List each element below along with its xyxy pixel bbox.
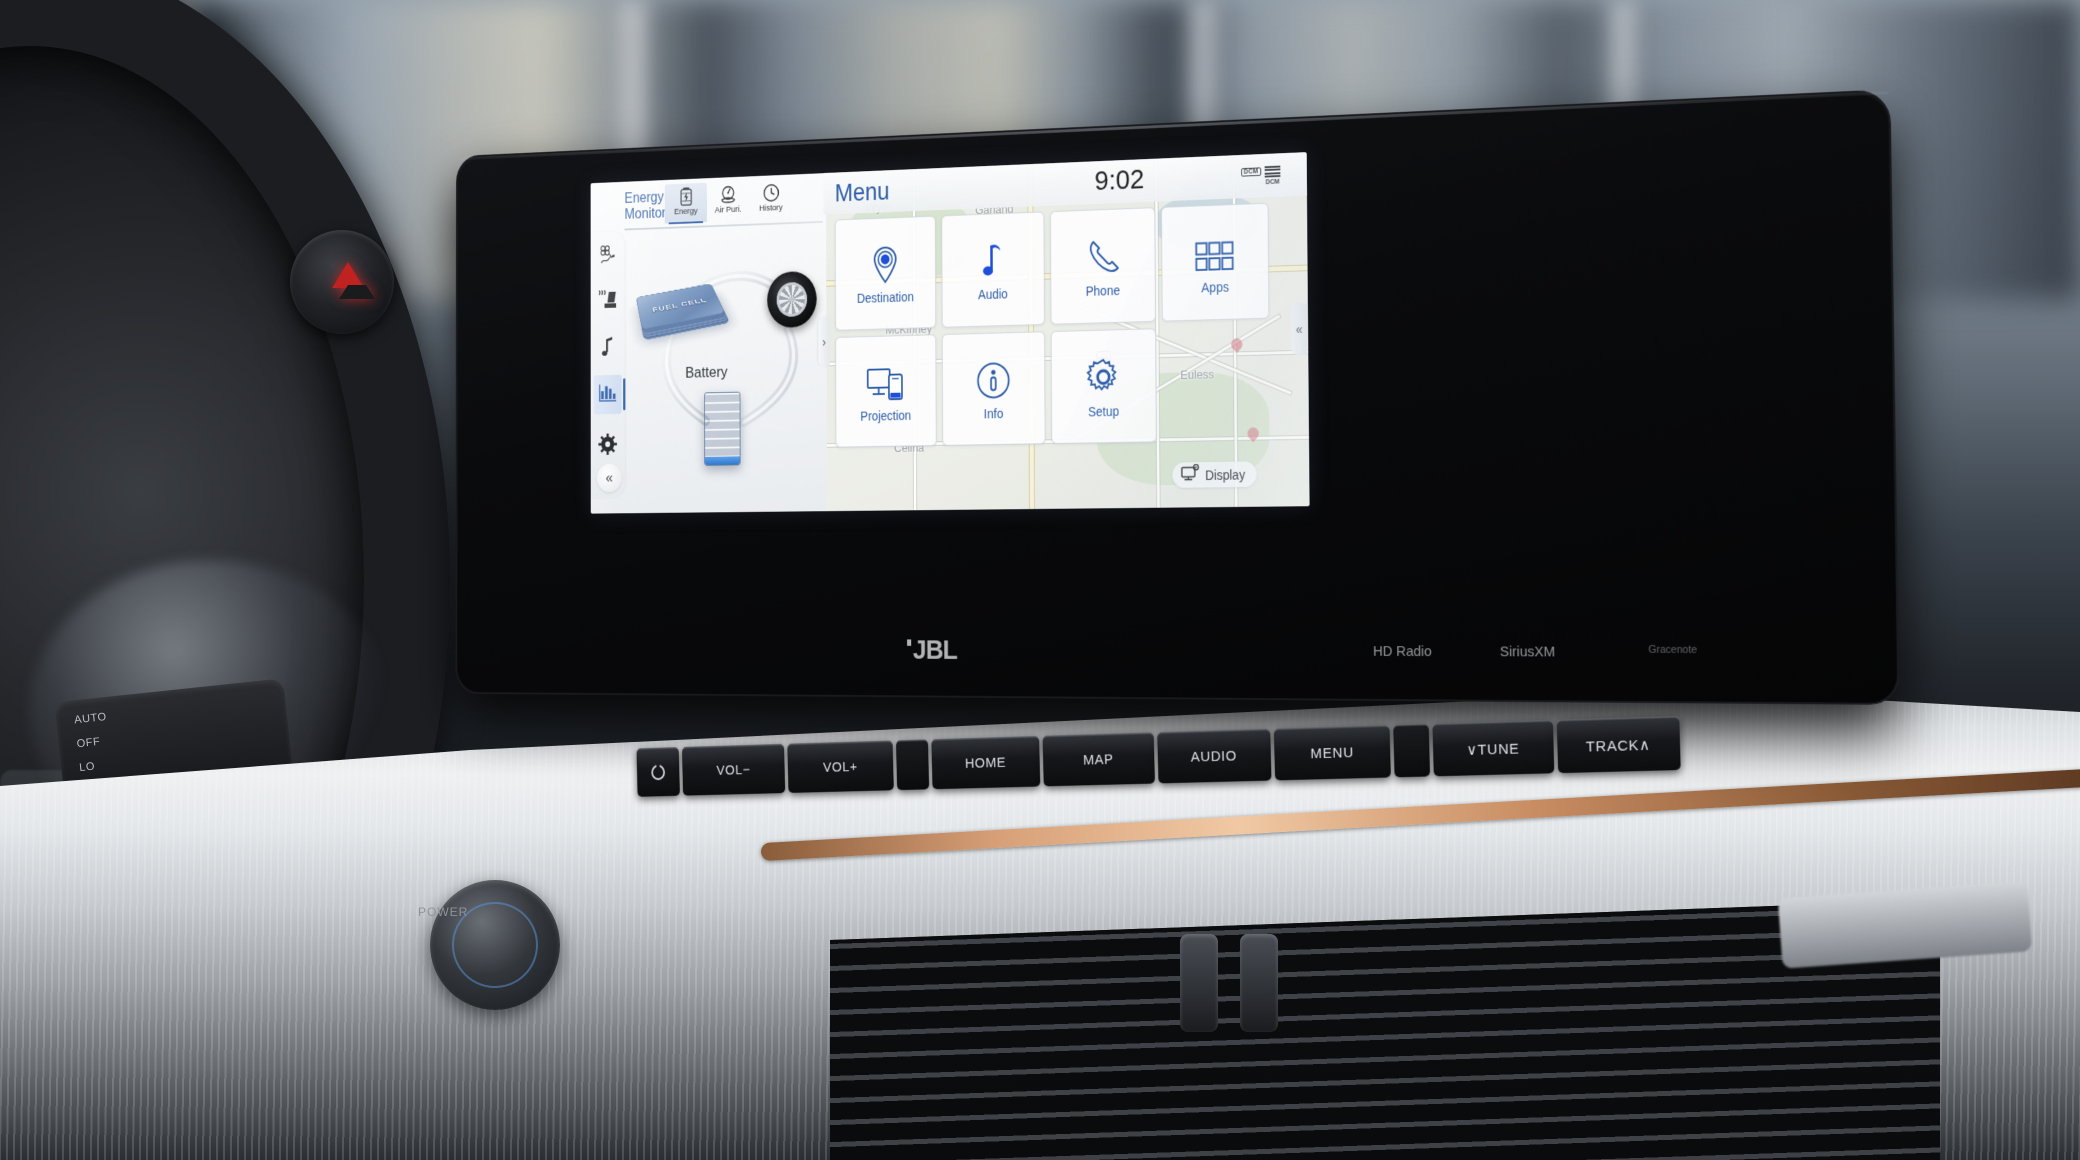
tile-setup-label: Setup [1088,403,1120,419]
tile-phone[interactable]: Phone [1050,207,1156,325]
apps-grid-icon [1195,229,1235,273]
vent-slats [830,900,1940,1160]
energy-flow-diagram: FUEL CELL Battery [621,227,823,492]
energy-bar-chart-icon [598,382,618,408]
tab-air-purifier-label: Air Puri. [714,204,742,216]
air-freshener-icon [598,243,618,269]
hazard-triangle-icon [332,262,375,299]
infotainment-screen[interactable]: Wylie Garland McKinney Celina Euless 635… [590,152,1310,514]
vent-knob[interactable] [1240,934,1278,1032]
tile-audio-label: Audio [978,286,1008,302]
signal-label: DCM [1265,178,1280,186]
air-purifier-gauge-icon [719,184,736,204]
sidebar-item-energy[interactable] [593,374,622,415]
power-icon [651,765,665,781]
track-button[interactable]: TRACK∧ [1556,716,1681,774]
battery-stack-icon [704,391,741,466]
tile-phone-label: Phone [1085,282,1121,299]
tile-apps-label: Apps [1201,279,1229,296]
energy-tabs: Energy Air Puri. History [664,179,793,224]
tile-setup[interactable]: Setup [1050,328,1157,444]
tile-info[interactable]: Info [941,331,1046,446]
map-pin-icon [870,242,899,285]
hd-radio-logo: HD Radio [1372,643,1432,660]
tab-energy-label: Energy [674,206,698,217]
power-knob-label: POWER [418,905,469,919]
wheel-hub [776,281,808,318]
tile-info-label: Info [983,405,1004,421]
head-unit: Wylie Garland McKinney Celina Euless 635… [455,89,1900,705]
jbl-mark [907,639,912,646]
phone-handset-icon [1086,234,1120,278]
gear-icon [1085,354,1123,398]
menu-button[interactable]: MENU [1273,724,1392,781]
dashboard-photo: AUTO OFF LO HI POWER [0,0,2080,1160]
tile-audio[interactable]: Audio [941,211,1045,328]
volume-down-button[interactable]: VOL− [681,743,786,796]
settings-gear-icon [598,433,617,459]
energy-monitor-pane: Energy Monitor Energy Air Puri. History … [590,173,827,514]
jbl-label: JBL [912,634,958,666]
left-collapse-button[interactable]: « [596,463,622,493]
sidebar-item-air-freshener[interactable] [594,237,622,277]
audio-button[interactable]: AUDIO [1156,728,1272,784]
screen-mirror-icon [866,359,905,402]
page-title-line2: Monitor [624,205,666,223]
gracenote-logo: Gracenote [1648,643,1698,656]
jbl-logo: JBL [907,635,957,666]
signal-bars-icon [1264,165,1281,179]
air-vent-grille [830,900,1940,1160]
tile-destination[interactable]: Destination [834,215,937,331]
tile-destination-label: Destination [856,289,914,306]
tab-energy[interactable]: Energy [664,182,707,224]
music-note-icon [979,238,1007,281]
power-button[interactable] [636,747,680,797]
tune-button[interactable]: ∨TUNE [1432,719,1555,777]
battery-icon [680,186,692,206]
siriusxm-logo: SiriusXM [1499,643,1556,661]
clock-icon [763,182,780,202]
map-button[interactable]: MAP [1042,732,1155,787]
tab-history[interactable]: History [749,179,792,220]
display-settings-icon [1181,464,1200,486]
brand-strip: JBL HD Radio SiriusXM Gracenote [457,632,1897,686]
blank-button [895,739,929,791]
dcm-badge: DCM [1241,167,1261,177]
tile-projection-label: Projection [860,407,912,424]
display-button[interactable]: Display [1172,461,1257,488]
clock: 9:02 [1094,163,1145,197]
page-title-menu: Menu [834,177,890,207]
home-button[interactable]: HOME [931,735,1041,790]
sidebar-item-settings[interactable] [594,426,622,465]
heated-seat-icon [598,289,618,315]
page-title-line1: Energy [624,189,664,207]
music-note-icon [599,336,616,362]
pane-divider-handle[interactable]: › [818,317,830,367]
battery-label: Battery [685,363,728,382]
blank-button [1393,723,1431,778]
right-collapse-button[interactable]: « [1291,303,1308,355]
volume-up-button[interactable]: VOL+ [787,740,894,793]
tile-projection[interactable]: Projection [835,334,937,448]
sidebar-item-heated-seat[interactable] [594,283,622,323]
function-rail [590,231,625,498]
page-title: Energy Monitor [624,190,665,223]
tab-history-label: History [759,202,783,214]
display-button-label: Display [1205,466,1246,483]
vent-knob[interactable] [1180,934,1218,1032]
info-circle-icon [976,357,1011,400]
sidebar-item-audio[interactable] [594,329,622,369]
tile-apps[interactable]: Apps [1161,202,1270,322]
menu-pane: Menu 9:02 DCM DCM Destination Audio Phon… [823,152,1309,511]
tab-air-purifier[interactable]: Air Puri. [707,181,750,222]
